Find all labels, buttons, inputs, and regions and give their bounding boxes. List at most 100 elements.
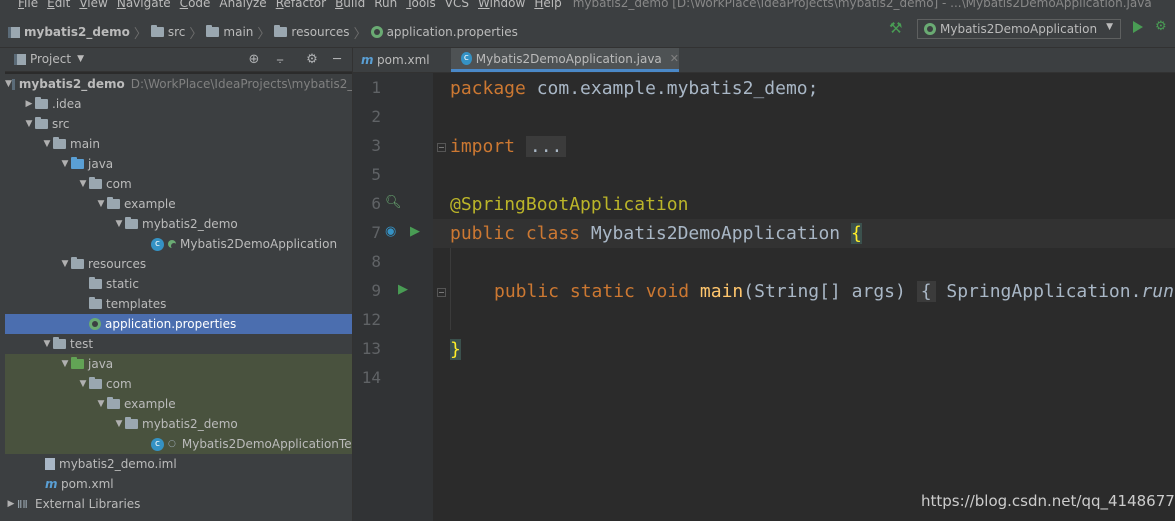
code-line-6: @SpringBootApplication	[450, 190, 688, 219]
tree-node-label: example	[124, 197, 176, 211]
tree-node-label: External Libraries	[35, 497, 141, 511]
tree-node-project-root[interactable]: ▼ mybatis2_demo D:\WorkPlace\IdeaProject…	[5, 74, 352, 94]
spring-bean-gutter-icon[interactable]: 🔍︎	[385, 195, 402, 210]
breadcrumb-file[interactable]: application.properties	[370, 25, 518, 39]
project-panel-title: Project	[30, 52, 72, 66]
breadcrumb-src[interactable]: src	[150, 25, 185, 39]
tree-node-test-package[interactable]: ▼ mybatis2_demo	[5, 414, 352, 434]
run-icon[interactable]	[1133, 21, 1143, 33]
tree-node-label: static	[106, 277, 139, 291]
fold-toggle-icon[interactable]	[437, 143, 446, 152]
tree-node-label: .idea	[52, 97, 82, 111]
chevron-down-icon: ▼	[43, 139, 51, 149]
tree-node-main-package[interactable]: ▼ mybatis2_demo	[5, 214, 352, 234]
editor-tabs: m pom.xml c Mybatis2DemoApplication.java…	[353, 48, 1175, 73]
menu-item[interactable]: Navigate	[117, 0, 171, 10]
tree-node-main-com[interactable]: ▼ com	[5, 174, 352, 194]
tab-label: Mybatis2DemoApplication.java	[475, 51, 662, 66]
chevron-down-icon: ▼	[1106, 22, 1113, 32]
editor-gutter: 1 2 3 5 6 7 8 9 12 13 14 🔍︎ ◉ ▶ ▶	[353, 73, 433, 521]
tree-node-static[interactable]: static	[5, 274, 352, 294]
keyword: package	[450, 78, 526, 99]
breadcrumb: mybatis2_demo 〉 src 〉 main 〉 resources 〉…	[0, 23, 518, 42]
tree-node-main-java[interactable]: ▼ java	[5, 154, 352, 174]
line-number: 8	[371, 252, 381, 271]
menu-item[interactable]: Help	[534, 0, 561, 10]
menu-item[interactable]: Window	[478, 0, 525, 10]
tree-node-label: test	[70, 337, 94, 351]
collapsed-imports[interactable]: ...	[525, 136, 567, 157]
tree-node-application-properties[interactable]: application.properties	[5, 314, 352, 334]
tree-node-label: mybatis2_demo	[142, 217, 238, 231]
tree-node-iml[interactable]: mybatis2_demo.iml	[5, 454, 352, 474]
breadcrumb-project[interactable]: mybatis2_demo	[0, 25, 130, 39]
run-main-icon[interactable]: ▶	[398, 282, 408, 297]
menu-item[interactable]: Edit	[47, 0, 70, 10]
breadcrumb-main[interactable]: main	[206, 25, 253, 39]
menu-item[interactable]: Build	[335, 0, 365, 10]
tree-node-test-java[interactable]: ▼ java	[5, 354, 352, 374]
watermark: https://blog.csdn.net/qq_41486775	[921, 492, 1175, 510]
folder-icon	[53, 137, 66, 149]
tree-node-label: templates	[106, 297, 167, 311]
menu-item[interactable]: Refactor	[276, 0, 326, 10]
tree-node-test-com[interactable]: ▼ com	[5, 374, 352, 394]
fold-toggle-icon[interactable]	[437, 288, 446, 297]
project-icon	[14, 53, 26, 65]
run-configuration-select[interactable]: Mybatis2DemoApplication ▼	[917, 19, 1121, 39]
menu-item[interactable]: View	[79, 0, 107, 10]
breadcrumb-resources[interactable]: resources	[274, 25, 350, 39]
test-folder-icon	[71, 357, 84, 369]
menu-item[interactable]: VCS	[445, 0, 469, 10]
build-hammer-icon[interactable]: ⚒	[889, 19, 909, 37]
method-call: run	[1141, 281, 1174, 302]
menu-item[interactable]: Tools	[406, 0, 436, 10]
tree-node-label: Mybatis2DemoApplicationTests	[181, 437, 352, 451]
tab-application-java[interactable]: c Mybatis2DemoApplication.java ✕	[451, 48, 679, 72]
menu-item[interactable]: Run	[374, 0, 397, 10]
breadcrumb-separator: 〉	[353, 26, 367, 42]
spring-class-gutter-icon[interactable]: ◉	[385, 224, 396, 239]
tree-node-src[interactable]: ▼ src	[5, 114, 352, 134]
resources-folder-icon	[71, 257, 84, 269]
menu-item[interactable]: File	[18, 0, 38, 10]
code-line-1: package com.example.mybatis2_demo;	[450, 74, 818, 103]
code-editor[interactable]: 1 2 3 5 6 7 8 9 12 13 14 🔍︎ ◉ ▶ ▶ packag…	[353, 73, 1175, 521]
project-view-selector[interactable]: Project ▼	[14, 52, 84, 66]
spring-leaf-icon	[370, 26, 383, 38]
menu-item[interactable]: Code	[180, 0, 211, 10]
tree-node-test[interactable]: ▼ test	[5, 334, 352, 354]
tree-node-application-class[interactable]: c Mybatis2DemoApplication	[5, 234, 352, 254]
tree-node-label: com	[106, 377, 132, 391]
tree-node-main-example[interactable]: ▼ example	[5, 194, 352, 214]
collapse-all-icon[interactable]: ⨪	[272, 52, 288, 68]
project-panel-header: Project ▼ ⊕ ⨪ ⚙ ─	[0, 48, 352, 72]
collapsed-method-body[interactable]: {	[916, 281, 936, 302]
menu-item[interactable]: Analyze	[219, 0, 266, 10]
close-icon[interactable]: ✕	[670, 52, 679, 65]
tree-node-test-example[interactable]: ▼ example	[5, 394, 352, 414]
run-class-icon[interactable]: ▶	[410, 224, 420, 239]
indent-guide	[450, 248, 451, 330]
tree-node-pom[interactable]: m pom.xml	[5, 474, 352, 494]
method-name: main	[699, 281, 744, 302]
tab-pom[interactable]: m pom.xml	[353, 48, 459, 72]
tree-node-idea[interactable]: ▶ .idea	[5, 94, 352, 114]
tree-node-tests-class[interactable]: c ○ Mybatis2DemoApplicationTests	[5, 434, 352, 454]
debug-icon[interactable]: ⚙	[1155, 19, 1171, 35]
tree-node-main[interactable]: ▼ main	[5, 134, 352, 154]
tree-node-templates[interactable]: templates	[5, 294, 352, 314]
tree-node-label: java	[88, 157, 114, 171]
locate-icon[interactable]: ⊕	[246, 52, 262, 68]
code-line-9: public static void main(String[] args) {…	[494, 277, 1174, 306]
gear-icon[interactable]: ⚙	[304, 52, 320, 68]
tree-node-label: mybatis2_demo	[18, 77, 125, 91]
tree-node-label: pom.xml	[61, 477, 114, 491]
hide-panel-icon[interactable]: ─	[329, 52, 345, 68]
package-icon	[125, 417, 138, 429]
tree-node-external-libraries[interactable]: ▶ ⅡⅡ External Libraries	[5, 494, 352, 514]
tree-node-resources[interactable]: ▼ resources	[5, 254, 352, 274]
keyword: import	[450, 136, 516, 157]
chevron-right-icon: ▶	[7, 499, 15, 509]
folder-icon	[35, 117, 48, 129]
